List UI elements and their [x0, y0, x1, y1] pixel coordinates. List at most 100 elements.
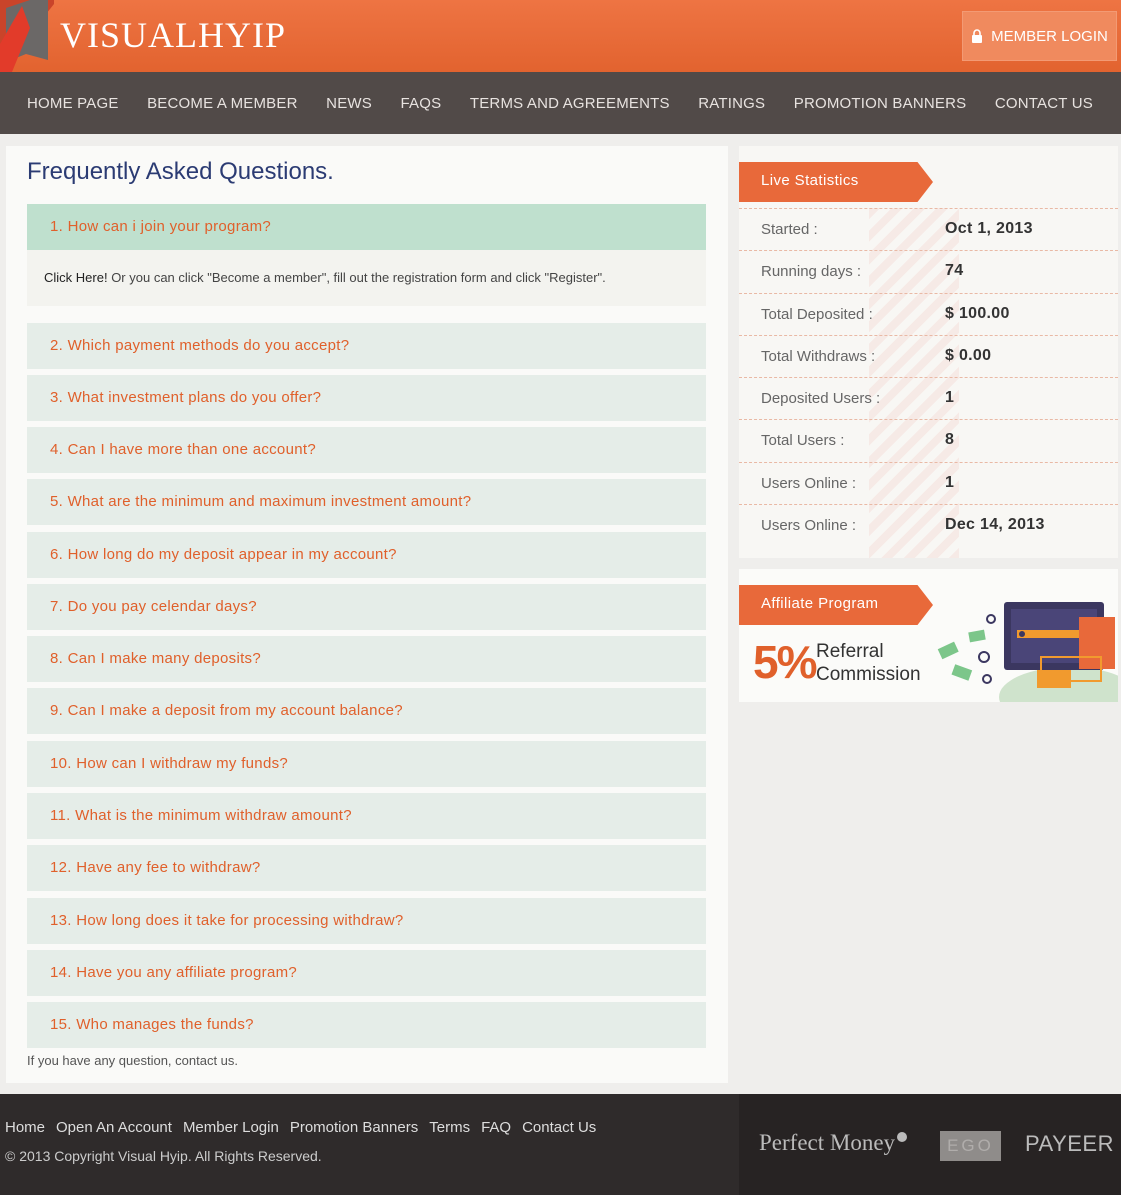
- nav-news[interactable]: NEWS: [326, 95, 372, 112]
- referral-percent: 5%: [753, 636, 818, 688]
- faq-question: 1. How can i join your program?: [50, 218, 272, 235]
- faq-question: 8. Can I make many deposits?: [50, 650, 262, 667]
- logo-text[interactable]: VISUALHYIP: [60, 14, 286, 56]
- live-statistics-panel: Live Statistics Started : Oct 1, 2013 Run…: [739, 146, 1118, 558]
- payment-logos: Perfect Money EGO PAYEER: [739, 1094, 1121, 1195]
- faq-item[interactable]: 7. Do you pay celendar days?: [27, 584, 706, 630]
- faq-question: 14. Have you any affiliate program?: [50, 964, 298, 981]
- footer-link-home[interactable]: Home: [5, 1119, 45, 1136]
- stats-row: Total Users : 8: [739, 419, 1118, 461]
- faq-item[interactable]: 4. Can I have more than one account?: [27, 427, 706, 473]
- referral-commission-text: Referral Commission: [816, 640, 921, 686]
- faq-item[interactable]: 13. How long does it take for processing…: [27, 898, 706, 944]
- faq-question: 9. Can I make a deposit from my account …: [50, 702, 403, 719]
- stats-row: Running days : 74: [739, 250, 1118, 292]
- nav-ratings[interactable]: RATINGS: [698, 95, 765, 112]
- stats-label: Running days :: [761, 263, 862, 281]
- perfect-money-logo: Perfect Money: [759, 1130, 908, 1156]
- faq-question: 5. What are the minimum and maximum inve…: [50, 493, 472, 510]
- referral-line2: Commission: [816, 664, 921, 685]
- nav-become-a-member[interactable]: BECOME A MEMBER: [147, 95, 298, 112]
- faq-item-open[interactable]: 1. How can i join your program?: [27, 204, 706, 250]
- footer-link-contact-us[interactable]: Contact Us: [522, 1119, 596, 1136]
- lock-icon: [972, 29, 983, 43]
- faq-item[interactable]: 5. What are the minimum and maximum inve…: [27, 479, 706, 525]
- affiliate-program-panel[interactable]: Affiliate Program 5% Referral Commission: [739, 569, 1118, 702]
- main-nav: HOME PAGE BECOME A MEMBER NEWS FAQS TERM…: [0, 72, 1121, 134]
- affiliate-illustration-icon: [937, 602, 1118, 702]
- stats-value: 8: [945, 431, 955, 449]
- stats-value: Dec 14, 2013: [945, 516, 1045, 534]
- faq-question: 13. How long does it take for processing…: [50, 912, 404, 929]
- stats-row: Total Withdraws : $ 0.00: [739, 334, 1118, 377]
- faq-question: 12. Have any fee to withdraw?: [50, 859, 261, 876]
- stats-row: Started : Oct 1, 2013: [739, 208, 1118, 250]
- page-title: Frequently Asked Questions.: [27, 158, 334, 185]
- faq-question: 10. How can I withdraw my funds?: [50, 755, 289, 772]
- faq-answer: Click Here! Or you can click "Become a m…: [27, 250, 706, 306]
- faq-question: 4. Can I have more than one account?: [50, 441, 316, 458]
- footer-link-member-login[interactable]: Member Login: [183, 1119, 279, 1136]
- nav-terms-and-agreements[interactable]: TERMS AND AGREEMENTS: [470, 95, 670, 112]
- faq-contact-note: If you have any question, contact us.: [27, 1053, 239, 1068]
- stats-row: Deposited Users : 1: [739, 377, 1118, 419]
- stats-label: Total Withdraws :: [761, 347, 876, 365]
- stats-value: $ 100.00: [945, 304, 1010, 322]
- payeer-logo: PAYEER: [1025, 1131, 1114, 1156]
- nav-promotion-banners[interactable]: PROMOTION BANNERS: [794, 95, 967, 112]
- member-login-label: MEMBER LOGIN: [991, 27, 1108, 45]
- site-footer: Home Open An Account Member Login Promot…: [0, 1094, 1121, 1195]
- perfect-money-text: Perfect Money: [759, 1130, 896, 1155]
- nav-home-page[interactable]: HOME PAGE: [27, 95, 119, 112]
- affiliate-program-title: Affiliate Program: [739, 585, 933, 625]
- stats-label: Total Users :: [761, 432, 845, 450]
- member-login-button[interactable]: MEMBER LOGIN: [962, 11, 1117, 61]
- faq-question: 11. What is the minimum withdraw amount?: [50, 807, 352, 824]
- faq-item[interactable]: 3. What investment plans do you offer?: [27, 375, 706, 421]
- faq-item[interactable]: 10. How can I withdraw my funds?: [27, 741, 706, 787]
- faq-item[interactable]: 14. Have you any affiliate program?: [27, 950, 706, 996]
- faq-question: 7. Do you pay celendar days?: [50, 598, 257, 615]
- faq-item[interactable]: 8. Can I make many deposits?: [27, 636, 706, 682]
- stats-value: $ 0.00: [945, 346, 992, 364]
- faq-item[interactable]: 12. Have any fee to withdraw?: [27, 845, 706, 891]
- footer-links: Home Open An Account Member Login Promot…: [5, 1119, 596, 1136]
- faq-answer-text: Or you can click "Become a member", fill…: [107, 270, 606, 285]
- stats-row: Total Deposited : $ 100.00: [739, 292, 1118, 335]
- footer-link-promotion-banners[interactable]: Promotion Banners: [290, 1119, 418, 1136]
- stats-row: Users Online : 1: [739, 461, 1118, 504]
- faq-item[interactable]: 11. What is the minimum withdraw amount?: [27, 793, 706, 839]
- stats-row: Users Online : Dec 14, 2013: [739, 504, 1118, 546]
- ego-logo: EGO: [940, 1131, 1001, 1161]
- faq-question: 2. Which payment methods do you accept?: [50, 337, 350, 354]
- stats-value: 1: [945, 473, 955, 491]
- referral-line1: Referral: [816, 641, 884, 662]
- footer-link-terms[interactable]: Terms: [429, 1119, 470, 1136]
- stats-table: Started : Oct 1, 2013 Running days : 74 To…: [739, 208, 1118, 546]
- faq-item[interactable]: 9. Can I make a deposit from my account …: [27, 688, 706, 734]
- faq-question: 15. Who manages the funds?: [50, 1016, 254, 1033]
- perfect-money-dot-icon: [897, 1132, 908, 1142]
- site-header: VISUALHYIP MEMBER LOGIN: [0, 0, 1121, 72]
- click-here-link[interactable]: Click Here!: [44, 270, 108, 285]
- nav-faqs[interactable]: FAQS: [401, 95, 442, 112]
- footer-link-open-account[interactable]: Open An Account: [56, 1119, 172, 1136]
- stats-label: Users Online :: [761, 474, 857, 492]
- faq-item[interactable]: 2. Which payment methods do you accept?: [27, 323, 706, 369]
- footer-link-faq[interactable]: FAQ: [481, 1119, 511, 1136]
- faq-panel: Frequently Asked Questions. 1. How can i…: [6, 146, 728, 1083]
- live-statistics-title: Live Statistics: [739, 162, 933, 202]
- faq-question: 6. How long do my deposit appear in my a…: [50, 546, 397, 563]
- nav-contact-us[interactable]: CONTACT US: [995, 95, 1093, 112]
- stats-label: Started :: [761, 221, 818, 238]
- copyright: © 2013 Copyright Visual Hyip. All Rights…: [5, 1148, 322, 1164]
- faq-item[interactable]: 15. Who manages the funds?: [27, 1002, 706, 1048]
- stats-label: Total Deposited :: [761, 305, 873, 323]
- stats-value: 1: [945, 389, 955, 407]
- stats-value: Oct 1, 2013: [945, 220, 1033, 237]
- stats-label: Users Online :: [761, 517, 857, 535]
- stats-value: 74: [945, 262, 964, 280]
- faq-item[interactable]: 6. How long do my deposit appear in my a…: [27, 532, 706, 578]
- stats-label: Deposited Users :: [761, 390, 881, 408]
- logo-icon[interactable]: [0, 0, 54, 72]
